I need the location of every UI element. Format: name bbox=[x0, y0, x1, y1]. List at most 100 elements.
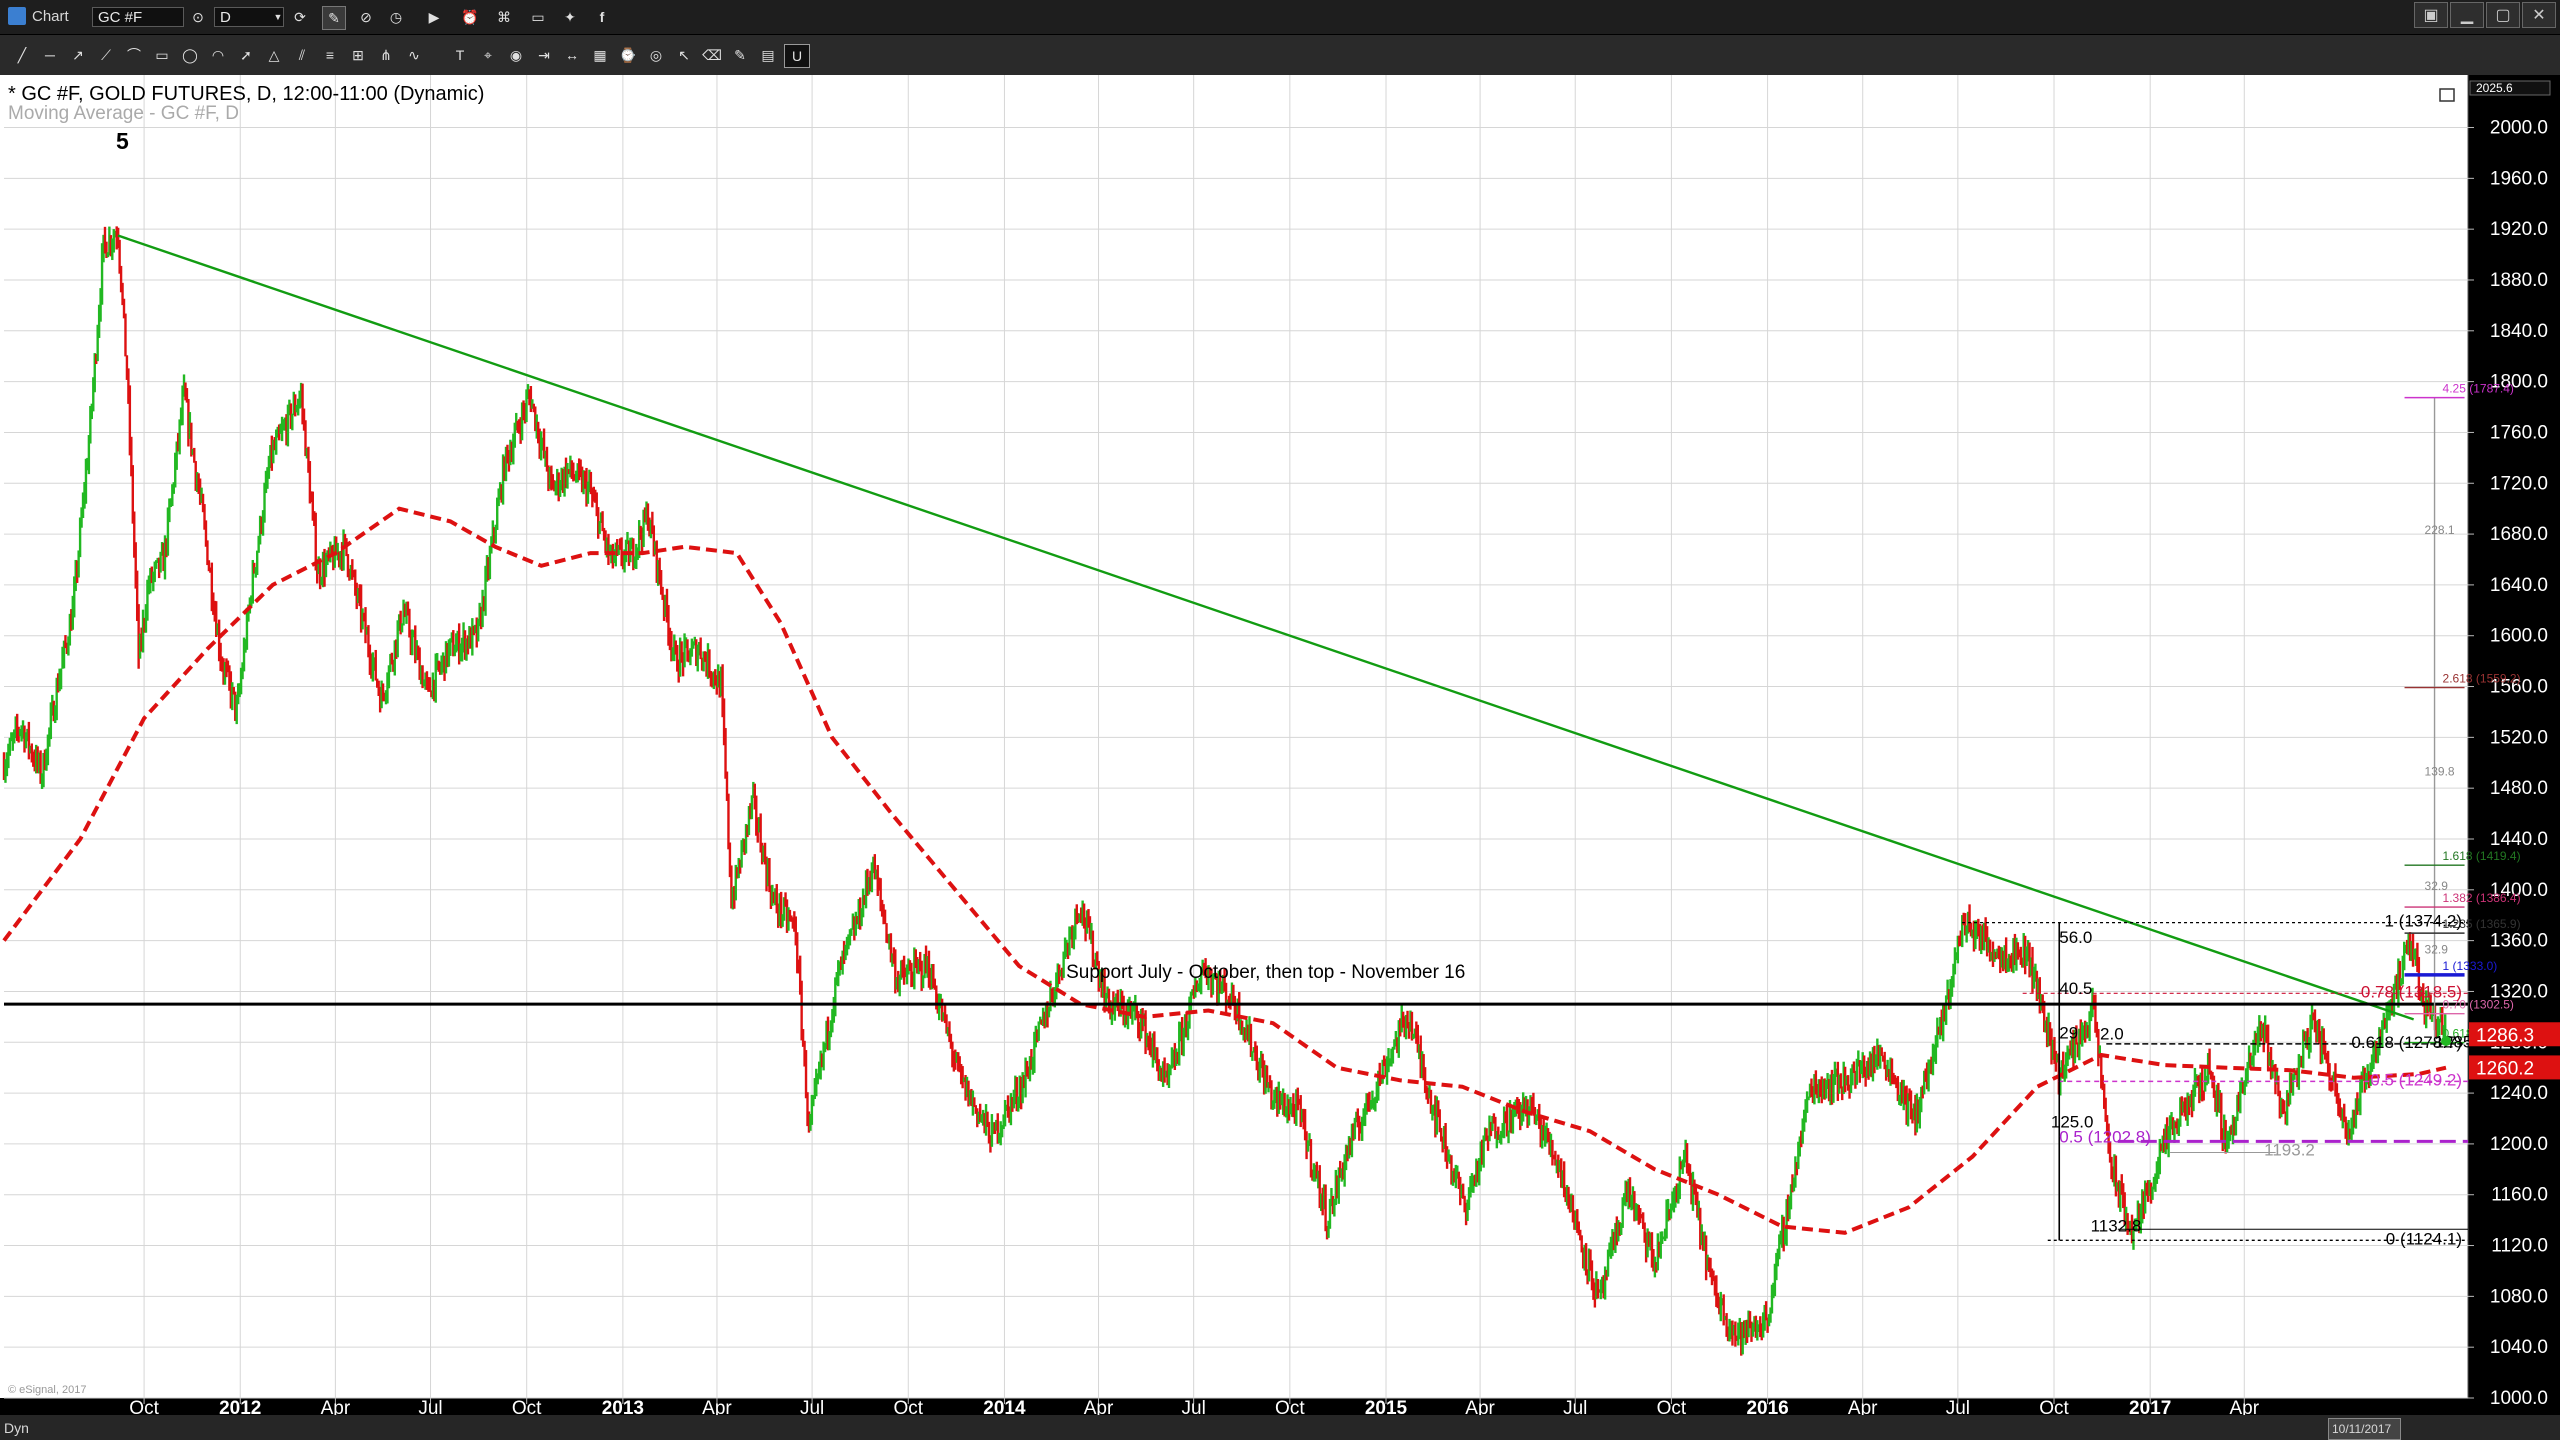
fib-level-label: 0.78 (1318.5) bbox=[2361, 982, 2462, 1001]
x-tick-label: Apr bbox=[1465, 1398, 1495, 1415]
arc-tool-icon[interactable]: ◠ bbox=[206, 44, 230, 66]
close-icon[interactable]: ✕ bbox=[2522, 2, 2556, 28]
restore-icon[interactable]: ▢ bbox=[2486, 2, 2520, 28]
price-tag: 1260.2 bbox=[2469, 1055, 2560, 1080]
gann-tool-icon[interactable]: ⊞ bbox=[346, 44, 370, 66]
cursor-tool-icon[interactable]: ↖ bbox=[672, 44, 696, 66]
status-date: 10/11/2017 bbox=[2328, 1418, 2401, 1440]
y-tick-label: 1840.0 bbox=[2490, 321, 2548, 342]
x-tick-label: 2013 bbox=[602, 1398, 644, 1415]
rect-tool-icon[interactable]: ▭ bbox=[150, 44, 174, 66]
fib-extension-label: 1.382 (1386.4) bbox=[2443, 891, 2521, 905]
menu-icon[interactable]: ▣ bbox=[2414, 2, 2448, 28]
fib-extension-label: 1 (1333.0) bbox=[2443, 959, 2498, 973]
fib-extension-distance: 32.9 bbox=[2425, 879, 2449, 893]
symbol-input[interactable]: GC #F bbox=[92, 7, 184, 27]
copyright-label: © eSignal, 2017 bbox=[8, 1384, 86, 1396]
x-tick-label: Apr bbox=[1084, 1398, 1114, 1415]
x-tick-label: Apr bbox=[1848, 1398, 1878, 1415]
title-bar: Chart GC #F ⊙ D ▼ ⟳ ✎ ⊘ ◷ ▶ ⏰ ⌘ ▭ ✦ f ▣ … bbox=[0, 0, 2560, 35]
triangle-tool-icon[interactable]: △ bbox=[262, 44, 286, 66]
line-tool-icon[interactable]: ╱ bbox=[10, 44, 34, 66]
twitter-icon[interactable]: ✦ bbox=[560, 6, 580, 28]
fib-annotation-label: 0.5 (1202.8) bbox=[2059, 1128, 2151, 1147]
facebook-icon[interactable]: f bbox=[592, 6, 612, 28]
eye-tool-icon[interactable]: ◎ bbox=[644, 44, 668, 66]
drawing-toolbar: ╱ ─ ↗ ⟋ ⌒ ▭ ◯ ◠ ➚ △ ⫽ ≡ ⊞ ⋔ ∿ T ⌖ ◉ ⇥ ↔ ▦ ⌚ ◎ ↖ ⌫ ✎ ▤ U bbox=[0, 35, 2560, 76]
ellipse-tool-icon[interactable]: ◯ bbox=[178, 44, 202, 66]
x-tick-label: Jul bbox=[1182, 1398, 1206, 1415]
cycle-tool-icon[interactable]: ∿ bbox=[402, 44, 426, 66]
fib-level-label: 0 (1124.1) bbox=[2386, 1229, 2462, 1248]
pitchfork-tool-icon[interactable]: ⋔ bbox=[374, 44, 398, 66]
pencil-tool-icon[interactable]: ✎ bbox=[728, 44, 752, 66]
pencil-icon[interactable]: ✎ bbox=[322, 6, 346, 30]
price-high-label: 2025.6 bbox=[2476, 81, 2513, 95]
y-tick-label: 1200.0 bbox=[2490, 1134, 2548, 1155]
x-tick-label: Jul bbox=[800, 1398, 824, 1415]
status-mode: Dyn bbox=[4, 1420, 29, 1436]
y-tick-label: 1520.0 bbox=[2490, 727, 2548, 748]
play-icon[interactable]: ▶ bbox=[424, 6, 444, 28]
arrow-tool-icon[interactable]: ➚ bbox=[234, 44, 258, 66]
fib-extension-distance: 139.8 bbox=[2425, 764, 2455, 778]
last-price-marker bbox=[2441, 1035, 2452, 1046]
support-annotation: Support July - October, then top - Novem… bbox=[1066, 962, 1465, 983]
fib-extension-distance: 228.1 bbox=[2425, 523, 2455, 537]
x-tick-label: 2016 bbox=[1746, 1398, 1788, 1415]
interval-dropdown-icon[interactable]: ▼ bbox=[272, 6, 284, 28]
clock-icon[interactable]: ◷ bbox=[386, 6, 406, 28]
fib-tool-icon[interactable]: ≡ bbox=[318, 44, 342, 66]
y-tick-label: 1480.0 bbox=[2490, 778, 2548, 799]
y-tick-label: 1760.0 bbox=[2490, 422, 2548, 443]
x-tick-label: Oct bbox=[512, 1398, 542, 1415]
comment-icon[interactable]: ▭ bbox=[528, 6, 548, 28]
x-tick-label: Oct bbox=[1275, 1398, 1305, 1415]
x-tick-label: Oct bbox=[1657, 1398, 1687, 1415]
fib-extension-label: 4.25 (1787.4) bbox=[2443, 382, 2514, 396]
trend-tool-icon[interactable]: ⟋ bbox=[94, 44, 118, 66]
ray-tool-icon[interactable]: ↗ bbox=[66, 44, 90, 66]
time-tool-icon[interactable]: ⌚ bbox=[616, 44, 640, 66]
extend-tool-icon[interactable]: ⇥ bbox=[532, 44, 556, 66]
fib-extension-label: 2.618 (1559.2) bbox=[2443, 672, 2521, 686]
x-tick-label: Apr bbox=[2229, 1398, 2259, 1415]
marker-tool-icon[interactable]: ◉ bbox=[504, 44, 528, 66]
y-tick-label: 1000.0 bbox=[2490, 1388, 2548, 1409]
price-tag-label: 1286.3 bbox=[2476, 1025, 2534, 1046]
indicator-label: Moving Average - GC #F, D bbox=[8, 103, 239, 124]
symbol-search-icon[interactable]: ⊙ bbox=[188, 6, 208, 28]
channel-tool-icon[interactable]: ⫽ bbox=[290, 44, 314, 66]
price-tag: 1286.3 bbox=[2469, 1022, 2560, 1047]
time-axis-panel bbox=[0, 1398, 2468, 1415]
link-icon[interactable]: ⊘ bbox=[356, 6, 376, 28]
fib-level-label: 1 (1374.2) bbox=[2385, 912, 2463, 931]
text-tool-icon[interactable]: T bbox=[448, 44, 472, 66]
x-tick-label: Apr bbox=[702, 1398, 732, 1415]
tag-icon[interactable]: ⌘ bbox=[494, 6, 514, 28]
grid-tool-icon[interactable]: ▦ bbox=[588, 44, 612, 66]
poly-tool-icon[interactable]: ⌒ bbox=[122, 44, 146, 66]
x-tick-label: Jul bbox=[418, 1398, 442, 1415]
hline-tool-icon[interactable]: ─ bbox=[38, 44, 62, 66]
label-tool-icon[interactable]: ⌖ bbox=[476, 44, 500, 66]
fib-annotation-label: 1132.8 bbox=[2091, 1217, 2142, 1236]
brush-tool-icon[interactable]: ▤ bbox=[756, 44, 780, 66]
x-tick-label: 2015 bbox=[1365, 1398, 1408, 1415]
erase-tool-icon[interactable]: ⌫ bbox=[700, 44, 724, 66]
measure-tool-icon[interactable]: ↔ bbox=[560, 44, 584, 66]
alarm-icon[interactable]: ⏰ bbox=[460, 6, 480, 28]
y-tick-label: 1360.0 bbox=[2490, 931, 2548, 952]
x-tick-label: Oct bbox=[2039, 1398, 2069, 1415]
price-chart[interactable]: 2000.01960.01920.01880.01840.01800.01760… bbox=[0, 75, 2560, 1415]
x-tick-label: 2017 bbox=[2129, 1398, 2171, 1415]
refresh-icon[interactable]: ⟳ bbox=[290, 6, 310, 28]
fib-annotation-label: 40.5 bbox=[2059, 979, 2092, 998]
y-tick-label: 1080.0 bbox=[2490, 1286, 2548, 1307]
x-tick-label: Jul bbox=[1563, 1398, 1587, 1415]
y-tick-label: 1920.0 bbox=[2490, 219, 2548, 240]
magnet-tool-icon[interactable]: U bbox=[784, 44, 810, 68]
x-tick-label: Apr bbox=[321, 1398, 351, 1415]
y-tick-label: 2000.0 bbox=[2490, 118, 2548, 139]
minimize-icon[interactable]: ▁ bbox=[2450, 2, 2484, 28]
